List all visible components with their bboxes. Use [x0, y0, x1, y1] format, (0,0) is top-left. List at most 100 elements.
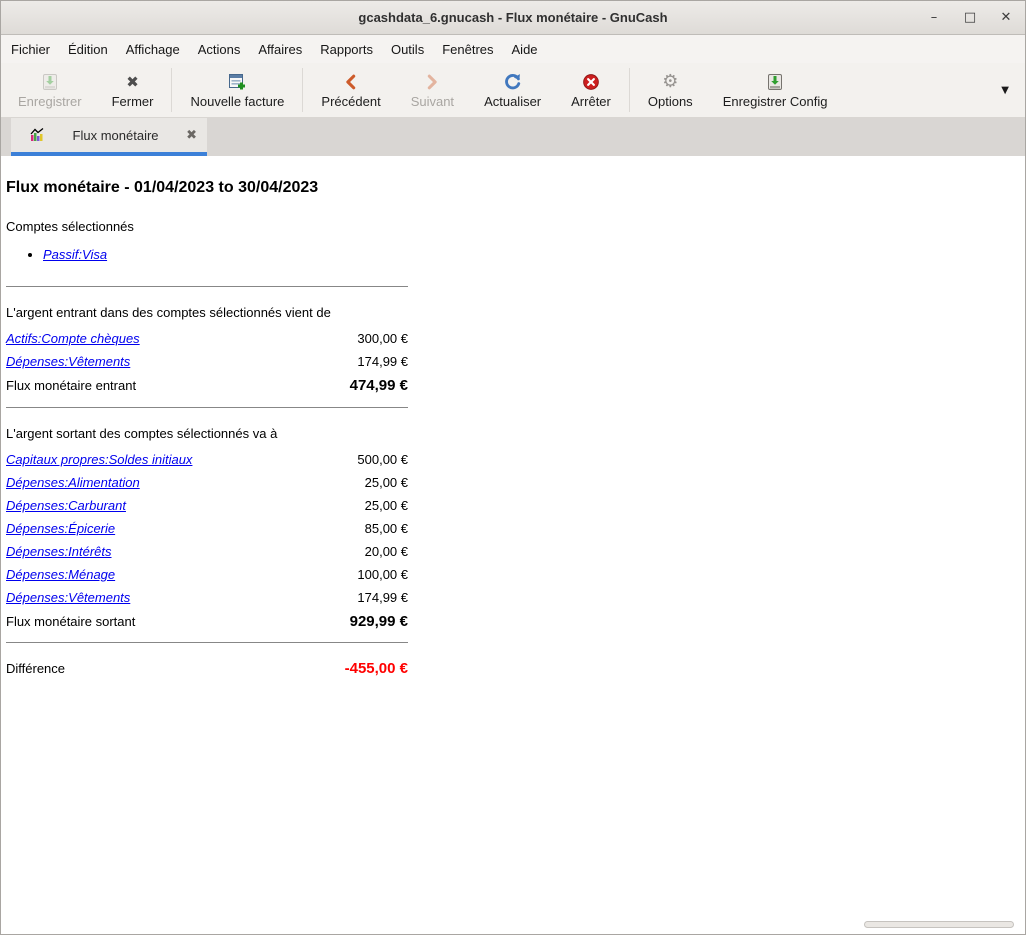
toolbar-button-label: Actualiser — [484, 94, 541, 109]
outflow-total-row: Flux monétaire sortant 929,99 € — [6, 609, 408, 634]
tab-close-icon[interactable]: ✖ — [186, 128, 197, 143]
forward-icon — [423, 71, 441, 92]
toolbar-button-label: Suivant — [411, 94, 454, 109]
toolbar: Enregistrer ✖ Fermer Nouvelle facture — [1, 63, 1025, 118]
amount: 25,00 € — [365, 475, 408, 490]
table-row: Dépenses:Intérêts 20,00 € — [6, 540, 408, 563]
report-view: Flux monétaire - 01/04/2023 to 30/04/202… — [1, 156, 1025, 934]
close-icon[interactable]: ✕ — [995, 10, 1017, 25]
menubar: Fichier Édition Affichage Actions Affair… — [1, 35, 1025, 63]
amount: 100,00 € — [357, 567, 408, 582]
account-link-depenses-vetements[interactable]: Dépenses:Vêtements — [6, 354, 130, 369]
table-row: Dépenses:Vêtements 174,99 € — [6, 350, 408, 373]
table-row: Dépenses:Épicerie 85,00 € — [6, 517, 408, 540]
forward-button: Suivant — [396, 63, 469, 117]
new-invoice-button[interactable]: Nouvelle facture — [175, 63, 299, 117]
inflow-heading: L'argent entrant dans des comptes sélect… — [6, 304, 408, 321]
account-link-depenses-interets[interactable]: Dépenses:Intérêts — [6, 544, 112, 559]
window-title: gcashdata_6.gnucash - Flux monétaire - G… — [358, 10, 667, 25]
table-row: Dépenses:Carburant 25,00 € — [6, 494, 408, 517]
refresh-icon — [503, 71, 522, 92]
account-link-capitaux-propres-soldes-initiaux[interactable]: Capitaux propres:Soldes initiaux — [6, 452, 192, 467]
progress-bar — [864, 921, 1014, 928]
outflow-heading: L'argent sortant des comptes sélectionné… — [6, 425, 408, 442]
amount: 25,00 € — [365, 498, 408, 513]
amount: 174,99 € — [357, 590, 408, 605]
gear-icon: ⚙ — [662, 71, 678, 92]
refresh-button[interactable]: Actualiser — [469, 63, 556, 117]
back-button[interactable]: Précédent — [306, 63, 395, 117]
table-row: Dépenses:Ménage 100,00 € — [6, 563, 408, 586]
toolbar-separator — [302, 68, 303, 112]
close-tab-button[interactable]: ✖ Fermer — [97, 63, 169, 117]
divider — [6, 642, 408, 643]
titlebar[interactable]: gcashdata_6.gnucash - Flux monétaire - G… — [1, 1, 1025, 35]
menu-edition[interactable]: Édition — [59, 37, 117, 62]
toolbar-button-label: Précédent — [321, 94, 380, 109]
menu-fichier[interactable]: Fichier — [2, 37, 59, 62]
menu-aide[interactable]: Aide — [503, 37, 547, 62]
inflow-total-row: Flux monétaire entrant 474,99 € — [6, 373, 408, 398]
account-link-depenses-alimentation[interactable]: Dépenses:Alimentation — [6, 475, 140, 490]
menu-affaires[interactable]: Affaires — [249, 37, 311, 62]
toolbar-button-label: Nouvelle facture — [190, 94, 284, 109]
table-row: Dépenses:Alimentation 25,00 € — [6, 471, 408, 494]
account-link-actifs-compte-cheques[interactable]: Actifs:Compte chèques — [6, 331, 140, 346]
account-link-depenses-menage[interactable]: Dépenses:Ménage — [6, 567, 115, 582]
tab-flux-monetaire[interactable]: Flux monétaire ✖ — [11, 118, 207, 156]
table-row: Capitaux propres:Soldes initiaux 500,00 … — [6, 448, 408, 471]
selected-accounts-list: Passif:Visa — [6, 248, 408, 262]
menu-outils[interactable]: Outils — [382, 37, 433, 62]
toolbar-button-label: Enregistrer Config — [723, 94, 828, 109]
toolbar-button-label: Fermer — [112, 94, 154, 109]
table-row: Dépenses:Vêtements 174,99 € — [6, 586, 408, 609]
outflow-table: Capitaux propres:Soldes initiaux 500,00 … — [6, 448, 408, 634]
difference-label: Différence — [6, 661, 65, 676]
toolbar-button-label: Options — [648, 94, 693, 109]
list-item: Passif:Visa — [43, 248, 408, 262]
menu-affichage[interactable]: Affichage — [117, 37, 189, 62]
save-config-button[interactable]: Enregistrer Config — [708, 63, 843, 117]
amount: 85,00 € — [365, 521, 408, 536]
options-button[interactable]: ⚙ Options — [633, 63, 708, 117]
inflow-total-amount: 474,99 € — [350, 377, 408, 394]
menu-rapports[interactable]: Rapports — [311, 37, 382, 62]
divider — [6, 407, 408, 408]
amount: 20,00 € — [365, 544, 408, 559]
amount: 300,00 € — [357, 331, 408, 346]
account-link-depenses-epicerie[interactable]: Dépenses:Épicerie — [6, 521, 115, 536]
tab-label: Flux monétaire — [53, 128, 178, 143]
save-button: Enregistrer — [3, 63, 97, 117]
back-icon — [342, 71, 360, 92]
report-title: Flux monétaire - 01/04/2023 to 30/04/202… — [6, 179, 408, 196]
toolbar-button-label: Enregistrer — [18, 94, 82, 109]
save-icon — [40, 71, 60, 92]
outflow-total-amount: 929,99 € — [350, 613, 408, 630]
window-controls: – □ ✕ — [923, 1, 1017, 34]
difference-row: Différence -455,00 € — [6, 656, 408, 681]
toolbar-separator — [629, 68, 630, 112]
difference-amount: -455,00 € — [345, 660, 408, 677]
selected-accounts-label: Comptes sélectionnés — [6, 220, 408, 234]
amount: 174,99 € — [357, 354, 408, 369]
gnucash-window: gcashdata_6.gnucash - Flux monétaire - G… — [0, 0, 1026, 935]
menu-fenetres[interactable]: Fenêtres — [433, 37, 502, 62]
cash-flow-report: Flux monétaire - 01/04/2023 to 30/04/202… — [6, 179, 408, 681]
toolbar-overflow-caret-icon[interactable]: ▼ — [987, 79, 1023, 102]
amount: 500,00 € — [357, 452, 408, 467]
stop-button[interactable]: Arrêter — [556, 63, 626, 117]
minimize-icon[interactable]: – — [923, 10, 945, 25]
inflow-table: Actifs:Compte chèques 300,00 € Dépenses:… — [6, 327, 408, 398]
account-link-passif-visa[interactable]: Passif:Visa — [43, 247, 107, 262]
divider — [6, 286, 408, 287]
menu-actions[interactable]: Actions — [189, 37, 250, 62]
account-link-depenses-vetements[interactable]: Dépenses:Vêtements — [6, 590, 130, 605]
maximize-icon[interactable]: □ — [959, 10, 981, 25]
inflow-total-label: Flux monétaire entrant — [6, 378, 136, 393]
account-link-depenses-carburant[interactable]: Dépenses:Carburant — [6, 498, 126, 513]
tabstrip: Flux monétaire ✖ — [1, 118, 1025, 156]
save-config-icon — [765, 71, 785, 92]
new-invoice-icon — [227, 71, 247, 92]
outflow-total-label: Flux monétaire sortant — [6, 614, 135, 629]
close-x-icon: ✖ — [126, 71, 139, 92]
